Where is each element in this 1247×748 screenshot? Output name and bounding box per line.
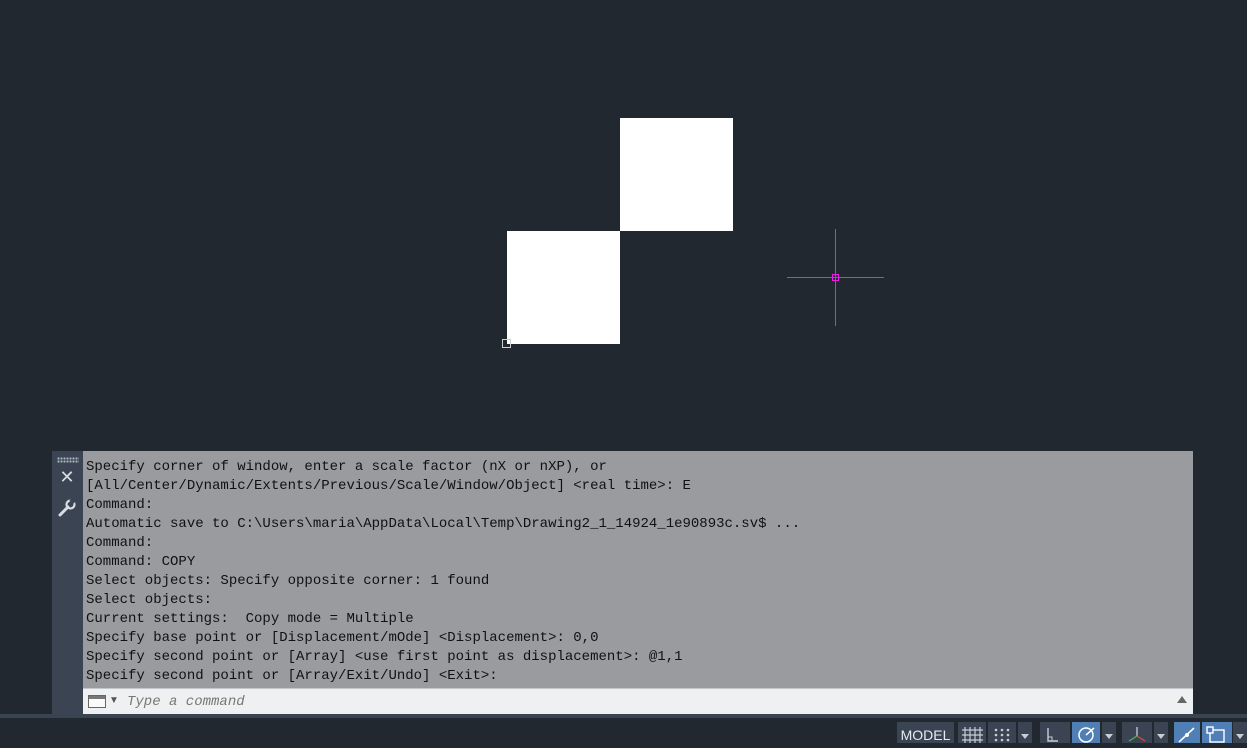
- wrench-icon[interactable]: [56, 497, 78, 519]
- isometric-dropdown-icon[interactable]: [1154, 722, 1168, 743]
- object-snap-dropdown-icon[interactable]: [1233, 722, 1247, 743]
- polar-tracking-icon[interactable]: [1072, 722, 1100, 743]
- history-line: Specify second point or [Array] <use fir…: [86, 649, 683, 665]
- status-bar: MODEL: [0, 718, 1247, 743]
- base-point-marker: [502, 339, 511, 348]
- infer-constraints-icon[interactable]: [1040, 722, 1070, 743]
- command-palette-sidebar: ✕: [52, 451, 83, 714]
- crosshair-cursor: [787, 229, 884, 326]
- command-line-palette: ✕ Specify corner of window, enter a scal…: [52, 451, 1193, 714]
- grip-icon[interactable]: [57, 457, 79, 463]
- history-line: Select objects:: [86, 592, 213, 608]
- history-line: Specify base point or [Displacement/mOde…: [86, 630, 599, 646]
- rectangle-entity-lower[interactable]: [507, 231, 620, 344]
- snap-dropdown-icon[interactable]: [1018, 722, 1032, 743]
- grid-icon[interactable]: [958, 722, 986, 743]
- object-snap-tracking-icon[interactable]: [1174, 722, 1200, 743]
- snap-icon[interactable]: [988, 722, 1016, 743]
- recent-commands-arrow-icon[interactable]: [1177, 696, 1187, 703]
- isometric-icon[interactable]: [1122, 722, 1152, 743]
- history-line: Command: COPY: [86, 554, 196, 570]
- history-line: Specify second point or [Array/Exit/Undo…: [86, 668, 498, 684]
- model-space-button[interactable]: MODEL: [897, 722, 954, 743]
- polar-dropdown-icon[interactable]: [1102, 722, 1116, 743]
- object-snap-icon[interactable]: [1202, 722, 1232, 743]
- history-line: Current settings: Copy mode = Multiple: [86, 611, 414, 627]
- command-prompt-icon[interactable]: [88, 695, 106, 708]
- history-line: Command:: [86, 497, 154, 513]
- history-line: Specify corner of window, enter a scale …: [86, 459, 607, 475]
- pickbox: [832, 274, 839, 281]
- history-line: Command:: [86, 535, 154, 551]
- command-input[interactable]: [127, 692, 1167, 712]
- chevron-down-icon[interactable]: ▼: [109, 695, 119, 706]
- close-icon[interactable]: ✕: [55, 466, 79, 488]
- command-history: Specify corner of window, enter a scale …: [83, 451, 1193, 688]
- history-line: Select objects: Specify opposite corner:…: [86, 573, 490, 589]
- history-line: Automatic save to C:\Users\maria\AppData…: [86, 516, 801, 532]
- history-line: [All/Center/Dynamic/Extents/Previous/Sca…: [86, 478, 691, 494]
- command-input-bar: ▼: [83, 688, 1193, 714]
- rectangle-entity-upper[interactable]: [620, 118, 733, 231]
